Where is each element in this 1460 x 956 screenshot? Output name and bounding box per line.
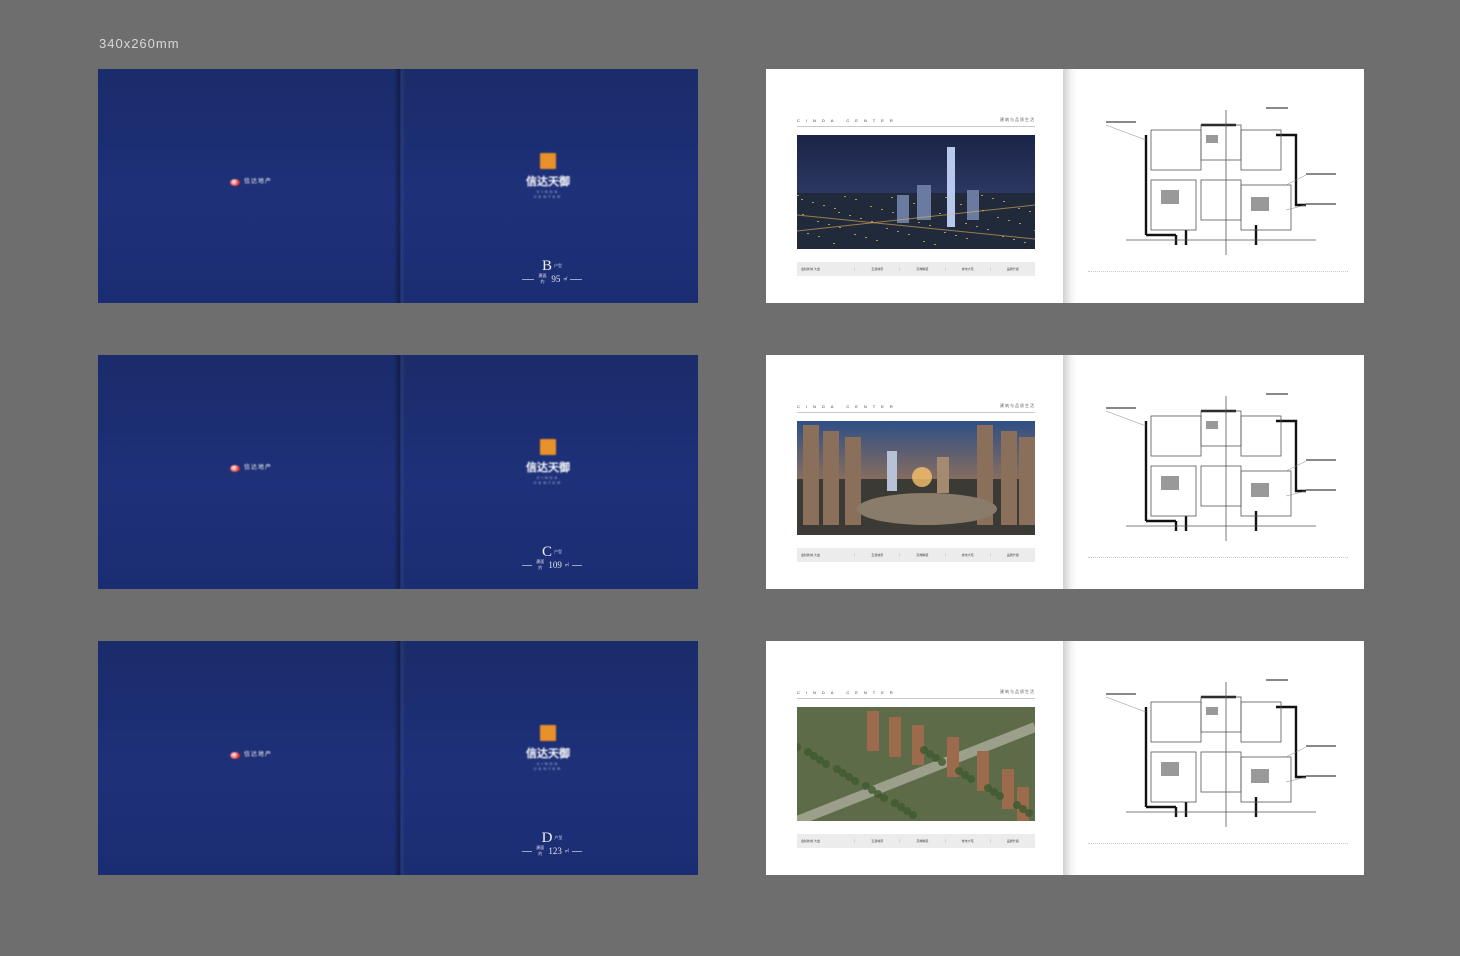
interior-fold <box>1063 355 1077 589</box>
rendering-image <box>797 135 1035 249</box>
unit-area-prefix: 建面约 <box>536 559 545 570</box>
floor-plan <box>1105 657 1346 857</box>
interior-fold <box>1063 69 1077 303</box>
plan-footnote <box>1088 557 1348 564</box>
feature-strip-item: 五载城府 <box>854 267 899 271</box>
interior-spread[interactable]: CINDA CENTER 建筑与品质生活 金秋新城·大盘 五载城府 高端精装 城市大宅… <box>766 355 1364 589</box>
interior-header-en: CINDA CENTER <box>797 404 899 409</box>
project-logo: 信达天御 CINDA CENTER <box>524 725 572 771</box>
unit-type-letter: D <box>541 830 553 846</box>
plan-footnote <box>1088 843 1348 850</box>
project-name-cn: 信达天御 <box>526 462 570 474</box>
feature-strip-item: 品质升级 <box>989 267 1035 271</box>
feature-strip-item: 高端精装 <box>899 839 944 843</box>
interior-header: CINDA CENTER 建筑与品质生活 <box>797 689 1035 699</box>
unit-type: C 户型 建面约 109 ㎡ <box>522 543 583 571</box>
unit-area-value: 109 <box>548 560 562 570</box>
cover-spread[interactable]: 信达地产 信达天御 CINDA CENTER D 户型 建面约 123 ㎡ <box>98 641 698 875</box>
floor-plan <box>1105 371 1346 571</box>
feature-strip-item: 五载城府 <box>854 839 899 843</box>
size-label: 340x260mm <box>99 36 180 51</box>
interior-header-en: CINDA CENTER <box>797 118 899 123</box>
cover-spine <box>394 641 406 875</box>
unit-type-letter: B <box>541 258 552 274</box>
unit-type-letter: C <box>541 544 552 560</box>
developer-name: 信达地产 <box>244 465 273 471</box>
developer-logo: 信达地产 <box>230 752 272 759</box>
unit-area-unit: ㎡ <box>564 848 569 853</box>
feature-strip-item: 品质升级 <box>989 553 1035 557</box>
cover-spine <box>394 355 406 589</box>
unit-area-prefix: 建面约 <box>538 273 547 284</box>
floor-plan <box>1105 85 1346 285</box>
plan-footnote <box>1088 271 1348 278</box>
developer-name: 信达地产 <box>244 752 273 758</box>
unit-type-suffix: 户型 <box>554 549 562 555</box>
unit-type: D 户型 建面约 123 ㎡ <box>522 829 583 857</box>
unit-area-unit: ㎡ <box>563 276 568 281</box>
project-logo: 信达天御 CINDA CENTER <box>524 153 572 199</box>
feature-strip-item: 五载城府 <box>854 553 899 557</box>
developer-logo: 信达地产 <box>230 179 272 186</box>
interior-header-cn: 建筑与品质生活 <box>1000 689 1035 694</box>
unit-area-unit: ㎡ <box>564 562 569 567</box>
developer-logo-icon <box>230 465 240 472</box>
feature-strip: 金秋新城·大盘 五载城府 高端精装 城市大宅 品质升级 <box>797 262 1035 276</box>
unit-type-suffix: 户型 <box>554 263 562 269</box>
feature-strip-item: 高端精装 <box>899 267 944 271</box>
unit-area: 建面约 109 ㎡ <box>522 559 583 571</box>
feature-strip-item: 金秋新城·大盘 <box>801 267 820 271</box>
feature-strip-item: 金秋新城·大盘 <box>801 839 820 843</box>
project-name-en: CINDA CENTER <box>533 189 563 199</box>
rendering-image <box>797 707 1035 821</box>
interior-spread[interactable]: CINDA CENTER 建筑与品质生活 金秋新城·大盘 五载城府 高端精装 城市大宅… <box>766 69 1364 303</box>
project-logo-icon <box>540 153 556 169</box>
project-name-en: CINDA CENTER <box>533 761 563 771</box>
interior-header-cn: 建筑与品质生活 <box>1000 403 1035 408</box>
interior-fold <box>1063 641 1077 875</box>
cover-spread[interactable]: 信达地产 信达天御 CINDA CENTER C 户型 建面约 109 ㎡ <box>98 355 698 589</box>
feature-strip-item: 城市大宅 <box>944 267 990 271</box>
unit-area-value: 95 <box>551 274 561 284</box>
brochure-row: 信达地产 信达天御 CINDA CENTER D 户型 建面约 123 ㎡ CI… <box>0 641 1460 875</box>
cover-spine <box>394 69 406 303</box>
interior-header-cn: 建筑与品质生活 <box>1000 117 1035 122</box>
developer-logo: 信达地产 <box>230 465 272 472</box>
interior-spread[interactable]: CINDA CENTER 建筑与品质生活 金秋新城·大盘 五载城府 高端精装 城市大宅… <box>766 641 1364 875</box>
feature-strip: 金秋新城·大盘 五载城府 高端精装 城市大宅 品质升级 <box>797 548 1035 562</box>
unit-type: B 户型 建面约 95 ㎡ <box>522 257 583 285</box>
project-logo-icon <box>540 725 556 741</box>
developer-logo-icon <box>230 179 240 186</box>
project-logo-icon <box>540 439 556 455</box>
developer-name: 信达地产 <box>244 179 273 185</box>
interior-header: CINDA CENTER 建筑与品质生活 <box>797 403 1035 413</box>
unit-area-prefix: 建面约 <box>536 845 545 856</box>
unit-type-suffix: 户型 <box>554 835 563 841</box>
feature-strip-item: 品质升级 <box>989 839 1035 843</box>
unit-area: 建面约 123 ㎡ <box>522 845 583 857</box>
project-logo: 信达天御 CINDA CENTER <box>524 439 572 485</box>
interior-header: CINDA CENTER 建筑与品质生活 <box>797 117 1035 127</box>
brochure-row: 信达地产 信达天御 CINDA CENTER C 户型 建面约 109 ㎡ CI… <box>0 355 1460 589</box>
rendering-image <box>797 421 1035 535</box>
project-name-cn: 信达天御 <box>526 748 570 760</box>
cover-spread[interactable]: 信达地产 信达天御 CINDA CENTER B 户型 建面约 95 ㎡ <box>98 69 698 303</box>
developer-logo-icon <box>230 752 240 759</box>
feature-strip-item: 高端精装 <box>899 553 944 557</box>
unit-area-value: 123 <box>548 846 562 856</box>
unit-area: 建面约 95 ㎡ <box>522 273 583 285</box>
project-name-en: CINDA CENTER <box>533 475 563 485</box>
interior-header-en: CINDA CENTER <box>797 690 899 695</box>
feature-strip-item: 城市大宅 <box>944 553 990 557</box>
feature-strip-item: 城市大宅 <box>944 839 990 843</box>
brochure-row: 信达地产 信达天御 CINDA CENTER B 户型 建面约 95 ㎡ CIN… <box>0 69 1460 303</box>
feature-strip-item: 金秋新城·大盘 <box>801 553 820 557</box>
project-name-cn: 信达天御 <box>526 176 570 188</box>
feature-strip: 金秋新城·大盘 五载城府 高端精装 城市大宅 品质升级 <box>797 834 1035 848</box>
